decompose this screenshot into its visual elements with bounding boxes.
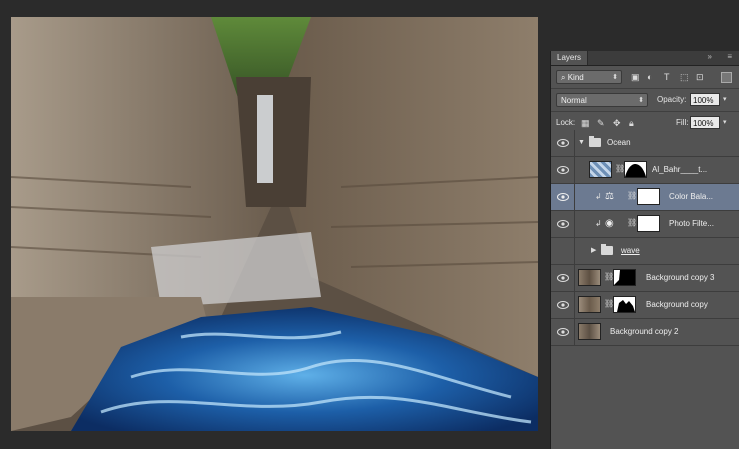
layer-thumbnail bbox=[589, 161, 612, 178]
filter-row: ⌕ Kind ⬍ ▣ ◐ T ⬚ ⊡ bbox=[551, 66, 739, 89]
type-filter-icon[interactable]: T bbox=[664, 70, 670, 84]
layer-row-ocean-group[interactable]: ▼ Ocean bbox=[551, 130, 739, 157]
clipping-arrow-icon: ↲ bbox=[595, 192, 602, 201]
mask-shape bbox=[625, 164, 646, 177]
adjustment-filter-icon[interactable]: ◐ bbox=[647, 70, 652, 84]
smart-object-filter-icon[interactable]: ⊡ bbox=[696, 70, 704, 84]
visibility-eye-icon[interactable] bbox=[557, 165, 569, 175]
color-balance-icon: ⚖ bbox=[605, 191, 614, 202]
clipping-arrow-icon: ↲ bbox=[595, 219, 602, 228]
shape-filter-icon[interactable]: ⬚ bbox=[680, 70, 689, 84]
collapse-icon[interactable]: » bbox=[708, 52, 712, 61]
panel-menu-icon[interactable]: ≡ bbox=[727, 52, 732, 61]
layer-row-photo-filter[interactable]: ↲ ◉ ⛓ Photo Filte... bbox=[551, 211, 739, 238]
document-canvas[interactable] bbox=[11, 17, 538, 431]
divider bbox=[574, 238, 575, 264]
lock-all-icon[interactable]: 🔒︎ bbox=[629, 116, 634, 130]
layer-name: Al_Bahr____t... bbox=[652, 165, 708, 174]
filter-kind-dropdown[interactable]: ⌕ Kind ⬍ bbox=[556, 70, 622, 84]
layer-row-wave-group[interactable]: ▶ wave bbox=[551, 238, 739, 265]
visibility-eye-icon[interactable] bbox=[557, 300, 569, 310]
mask-link-icon[interactable]: ⛓ bbox=[627, 191, 637, 200]
layer-row-al-bahr[interactable]: ⛓ Al_Bahr____t... bbox=[551, 157, 739, 184]
mask-shape bbox=[617, 300, 635, 312]
lock-label: Lock: bbox=[556, 118, 576, 127]
layer-row-background-copy-2[interactable]: Background copy 2 bbox=[551, 319, 739, 346]
fill-input[interactable]: 100% bbox=[690, 116, 720, 129]
layer-mask-thumbnail[interactable] bbox=[613, 296, 636, 313]
collapse-triangle-icon[interactable]: ▶ bbox=[591, 238, 596, 264]
layer-row-background-copy[interactable]: ⛓ Background copy bbox=[551, 292, 739, 319]
divider bbox=[574, 265, 575, 291]
opacity-chevron-icon[interactable]: ▾ bbox=[723, 93, 727, 107]
layer-mask-thumbnail[interactable] bbox=[637, 215, 660, 232]
layer-thumbnail bbox=[578, 296, 601, 313]
layer-row-color-balance[interactable]: ↲ ⚖ ⛓ Color Bala... bbox=[551, 184, 739, 211]
layer-name: Background copy 2 bbox=[610, 327, 679, 336]
canyon-waterfall-image bbox=[11, 17, 538, 431]
layer-mask-thumbnail[interactable] bbox=[637, 188, 660, 205]
layers-list: ▼ Ocean ⛓ Al_Bahr____t... ↲ ⚖ ⛓ Color Ba… bbox=[551, 130, 739, 346]
layer-mask-thumbnail[interactable] bbox=[624, 161, 647, 178]
visibility-eye-icon[interactable] bbox=[557, 273, 569, 283]
search-icon: ⌕ bbox=[561, 73, 568, 82]
blend-row: Normal ⬍ Opacity: 100% ▾ bbox=[551, 89, 739, 112]
divider bbox=[574, 319, 575, 345]
filter-toggle-icon[interactable] bbox=[721, 72, 732, 83]
divider bbox=[574, 211, 575, 237]
panel-tab-bar: Layers » ≡ bbox=[551, 51, 739, 66]
divider bbox=[574, 157, 575, 183]
folder-icon bbox=[601, 244, 613, 255]
chevron-icon: ⬍ bbox=[612, 74, 618, 81]
fill-chevron-icon[interactable]: ▾ bbox=[723, 116, 727, 130]
divider bbox=[574, 292, 575, 318]
blend-mode-value: Normal bbox=[561, 96, 587, 105]
layer-row-background-copy-3[interactable]: ⛓ Background copy 3 bbox=[551, 265, 739, 292]
layer-name: Ocean bbox=[607, 138, 631, 147]
layer-name: Background copy 3 bbox=[646, 273, 715, 282]
layer-name: Color Bala... bbox=[669, 192, 714, 201]
visibility-eye-icon[interactable] bbox=[557, 138, 569, 148]
layer-name: Background copy bbox=[646, 300, 708, 309]
visibility-eye-icon[interactable] bbox=[557, 327, 569, 337]
fill-label: Fill: bbox=[676, 118, 689, 127]
layer-thumbnail bbox=[578, 323, 601, 340]
mask-link-icon[interactable]: ⛓ bbox=[627, 218, 637, 227]
opacity-label: Opacity: bbox=[657, 95, 687, 104]
layer-name: Photo Filte... bbox=[669, 219, 714, 228]
expand-triangle-icon[interactable]: ▼ bbox=[578, 130, 585, 156]
tab-layers[interactable]: Layers bbox=[551, 51, 589, 65]
layers-panel: Layers » ≡ ⌕ Kind ⬍ ▣ ◐ T ⬚ ⊡ Normal ⬍ O… bbox=[550, 51, 739, 449]
lock-image-icon[interactable]: ✎ bbox=[597, 116, 605, 130]
opacity-input[interactable]: 100% bbox=[690, 93, 720, 106]
layer-name: wave bbox=[621, 246, 640, 255]
pixel-filter-icon[interactable]: ▣ bbox=[631, 70, 640, 84]
folder-icon bbox=[589, 136, 601, 147]
mask-shape bbox=[614, 270, 620, 285]
layer-thumbnail bbox=[578, 269, 601, 286]
chevron-icon: ⬍ bbox=[638, 97, 644, 104]
filter-kind-label: Kind bbox=[567, 73, 584, 82]
blend-mode-dropdown[interactable]: Normal ⬍ bbox=[556, 93, 648, 107]
photo-filter-icon: ◉ bbox=[605, 218, 614, 229]
divider bbox=[574, 184, 575, 210]
lock-position-icon[interactable]: ✥ bbox=[613, 116, 621, 130]
lock-transparent-icon[interactable]: ▦ bbox=[581, 116, 590, 130]
layer-mask-thumbnail[interactable] bbox=[613, 269, 636, 286]
visibility-eye-icon[interactable] bbox=[557, 219, 569, 229]
divider bbox=[574, 130, 575, 156]
visibility-eye-icon[interactable] bbox=[557, 192, 569, 202]
